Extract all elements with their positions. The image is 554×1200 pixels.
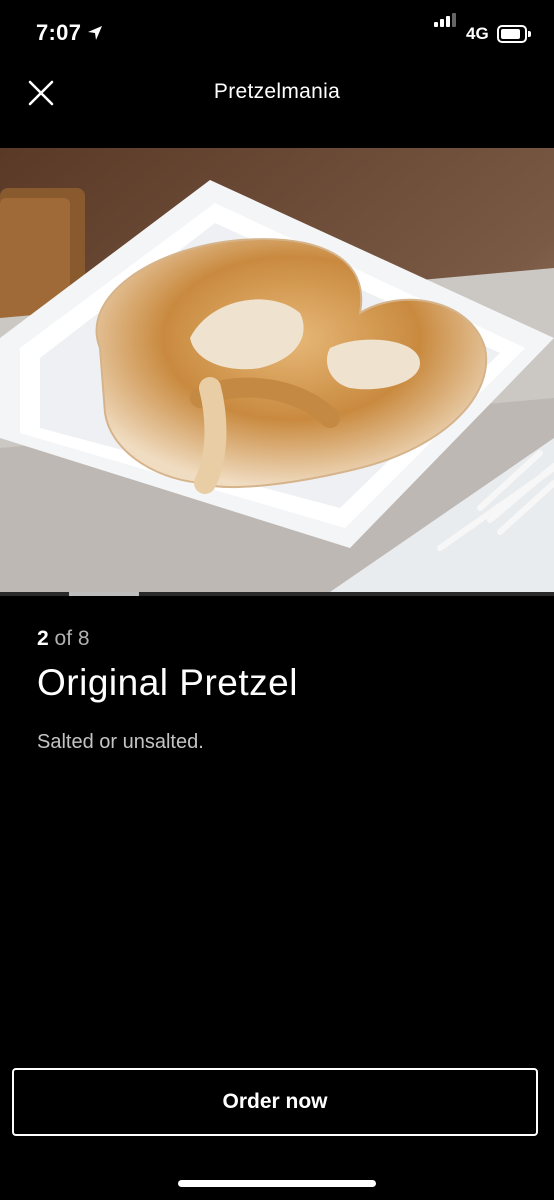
status-bar: 7:07 4G xyxy=(0,0,554,70)
counter-separator: of xyxy=(48,627,78,650)
item-image[interactable] xyxy=(0,148,554,592)
gallery-counter: 2 of 8 xyxy=(37,627,90,651)
battery-icon xyxy=(497,25,531,43)
item-description: Salted or unsalted. xyxy=(37,731,204,753)
counter-total: 8 xyxy=(77,627,90,650)
order-now-button[interactable]: Order now xyxy=(12,1068,538,1136)
location-arrow-icon xyxy=(88,26,102,40)
network-type: 4G xyxy=(466,24,489,43)
item-name: Original Pretzel xyxy=(37,662,298,703)
gallery-progress-current xyxy=(69,592,139,596)
gallery-progress xyxy=(0,592,554,596)
page-title: Pretzelmania xyxy=(213,80,341,103)
counter-current: 2 xyxy=(37,627,49,650)
home-indicator[interactable] xyxy=(178,1180,376,1187)
status-time: 7:07 xyxy=(36,20,82,45)
